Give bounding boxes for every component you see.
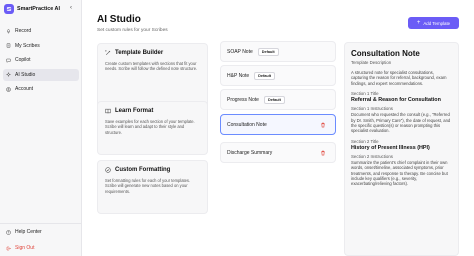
brand[interactable]: SmartPractice AI: [4, 3, 60, 15]
page-subtitle: Set custom rules for your Scribes: [97, 28, 168, 33]
app-name: SmartPractice AI: [17, 6, 60, 12]
template-name: Discharge Summary: [227, 149, 273, 156]
info-card-learn-format: Learn Format Save examples for each sect…: [97, 101, 208, 155]
template-item-hp-note[interactable]: H&P Note Default: [220, 65, 336, 86]
user-icon: [6, 86, 11, 92]
template-builder-icon: [105, 50, 111, 56]
description-label: Template Description: [351, 60, 392, 65]
info-card-title: Template Builder: [115, 50, 164, 56]
sidebar: SmartPractice AI ‹ Record My Scribes Cop…: [0, 0, 82, 256]
help-icon: [6, 229, 11, 235]
plus-icon: +: [416, 20, 421, 26]
custom-formatting-icon: [105, 167, 111, 173]
default-badge: Default: [254, 71, 276, 80]
collapse-sidebar-icon[interactable]: ‹: [68, 5, 74, 11]
sidebar-item-label: Record: [15, 28, 32, 34]
detail-title: Consultation Note: [351, 49, 420, 58]
sidebar-nav: Record My Scribes Copilot AI Studio Acco…: [3, 25, 79, 98]
sidebar-item-label: Sign Out: [15, 245, 35, 251]
template-item-progress-note[interactable]: Progress Note Default: [220, 89, 336, 110]
template-name: SOAP Note: [227, 48, 253, 55]
trash-icon[interactable]: [320, 150, 326, 156]
template-detail-panel: Consultation Note Template Description A…: [344, 42, 459, 256]
microphone-icon: [6, 28, 11, 34]
template-name: Progress Note: [227, 96, 259, 103]
section-title[interactable]: Referral & Reason for Consultation: [351, 97, 452, 103]
sidebar-item-label: Help Center: [15, 229, 42, 235]
section-instructions-label: Section 2 Instructions: [351, 153, 393, 159]
sidebar-item-sign-out[interactable]: Sign Out: [3, 243, 79, 253]
trash-icon[interactable]: [320, 122, 326, 128]
sidebar-item-label: AI Studio: [15, 71, 36, 78]
add-template-label: Add Template: [423, 20, 451, 26]
template-item-soap-note[interactable]: SOAP Note Default: [220, 41, 336, 62]
template-name: H&P Note: [227, 72, 250, 79]
info-card-description: Save examples for each section of your t…: [105, 119, 195, 135]
sidebar-item-label: Copilot: [15, 57, 31, 63]
description-text[interactable]: A structured note for specialist consult…: [351, 70, 452, 86]
sidebar-item-my-scribes[interactable]: My Scribes: [3, 40, 79, 52]
learn-format-icon: [105, 108, 111, 114]
template-item-discharge-summary[interactable]: Discharge Summary: [220, 142, 336, 163]
sidebar-item-label: Account: [15, 86, 34, 92]
template-name: Consultation Note: [227, 121, 267, 128]
add-template-button[interactable]: + Add Template: [408, 17, 459, 29]
sidebar-item-ai-studio[interactable]: AI Studio: [3, 68, 79, 81]
chat-icon: [6, 58, 11, 63]
section-title-label: Section 1 Title: [351, 91, 379, 97]
info-card-description: Set formatting rules for each of your te…: [105, 178, 191, 194]
section-instructions[interactable]: Summarize the patient's chief complaint …: [351, 160, 452, 187]
default-badge: Default: [257, 47, 279, 56]
signout-icon: [6, 246, 11, 251]
sidebar-bottom-nav: Help Center Sign Out: [3, 227, 79, 256]
info-card-title: Custom Formatting: [115, 167, 171, 173]
info-card-description: Create custom templates with sections th…: [105, 61, 198, 72]
section-title[interactable]: History of Present Illness (HPI): [351, 145, 452, 151]
section-instructions[interactable]: Document who requested the consult (e.g.…: [351, 112, 452, 134]
page-title: AI Studio: [97, 14, 141, 25]
sidebar-item-label: My Scribes: [15, 42, 40, 49]
info-card-custom-formatting: Custom Formatting Set formatting rules f…: [97, 160, 208, 214]
section-instructions-label: Section 1 Instructions: [351, 106, 393, 112]
sidebar-item-help-center[interactable]: Help Center: [3, 227, 79, 237]
sparkle-icon: [6, 72, 11, 77]
section-title-label: Section 2 Title: [351, 138, 379, 144]
template-item-consultation-note[interactable]: Consultation Note: [220, 114, 336, 135]
sidebar-divider: [0, 223, 82, 224]
sidebar-item-record[interactable]: Record: [3, 25, 79, 37]
sidebar-item-copilot[interactable]: Copilot: [3, 54, 79, 66]
app-logo-icon: [4, 4, 14, 14]
info-card-title: Learn Format: [115, 108, 154, 114]
default-badge: Default: [263, 95, 285, 104]
document-icon: [6, 43, 11, 48]
sidebar-item-account[interactable]: Account: [3, 83, 79, 95]
